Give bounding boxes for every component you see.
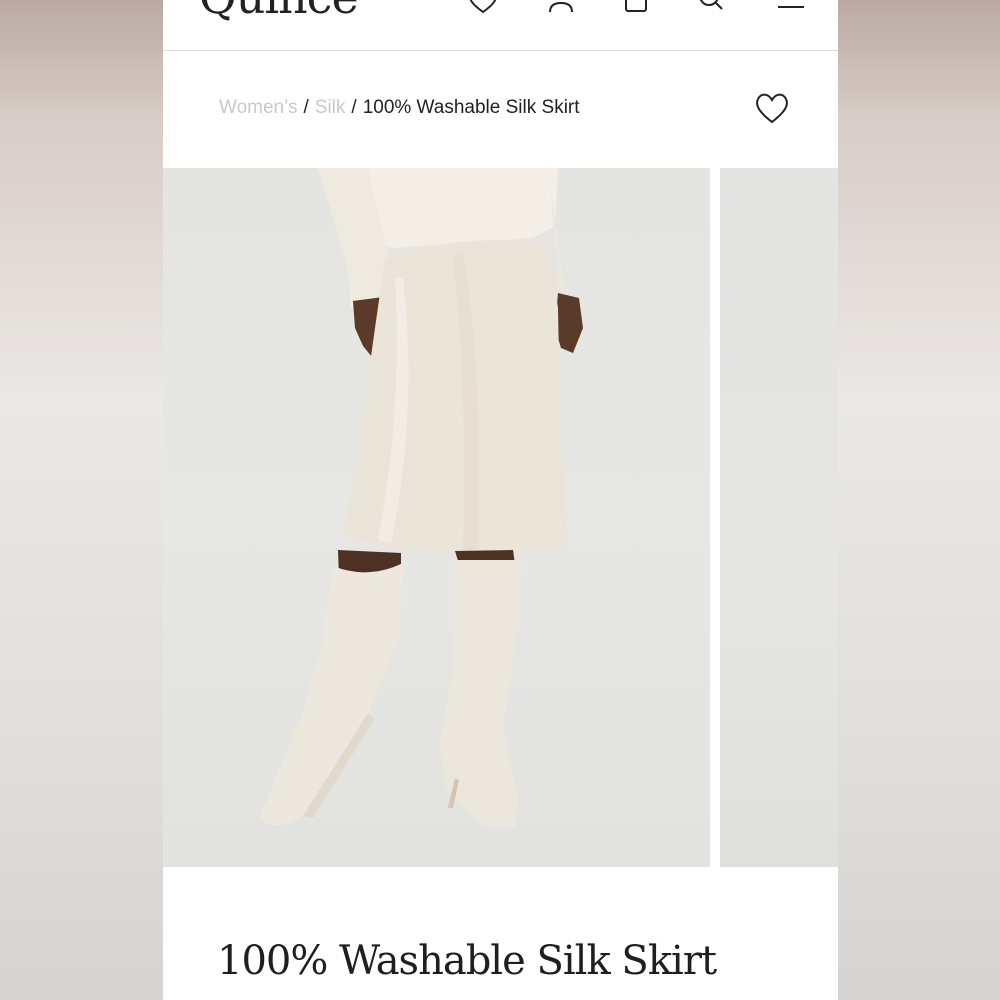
brand-logo[interactable]: Quince	[199, 0, 359, 24]
breadcrumb-separator: /	[303, 97, 309, 118]
breadcrumb-silk[interactable]: Silk	[315, 97, 346, 118]
wishlist-heart-icon[interactable]	[754, 91, 790, 125]
background-left	[0, 0, 163, 1000]
product-page: Quince Women’s/Silk/100% Washable Silk S…	[163, 0, 838, 1000]
background-right	[838, 0, 1000, 1000]
breadcrumb-separator: /	[351, 97, 357, 118]
breadcrumb-womens[interactable]: Women’s	[219, 97, 298, 118]
product-gallery[interactable]	[163, 168, 838, 867]
account-icon[interactable]	[544, 0, 578, 14]
search-icon[interactable]	[694, 0, 728, 14]
breadcrumb: Women’s / Silk/100% Washable Silk Skirt	[219, 97, 580, 119]
product-photo-main[interactable]	[163, 168, 710, 867]
heart-icon[interactable]	[466, 0, 500, 14]
top-navigation: Quince	[163, 0, 838, 51]
product-title: 100% Washable Silk Skirt	[217, 938, 717, 984]
bag-icon[interactable]	[619, 0, 653, 14]
breadcrumb-bar: Women’s / Silk/100% Washable Silk Skirt	[163, 51, 838, 168]
product-photo-next[interactable]	[720, 168, 838, 867]
menu-icon[interactable]	[774, 0, 808, 14]
breadcrumb-current: 100% Washable Silk Skirt	[362, 97, 580, 118]
